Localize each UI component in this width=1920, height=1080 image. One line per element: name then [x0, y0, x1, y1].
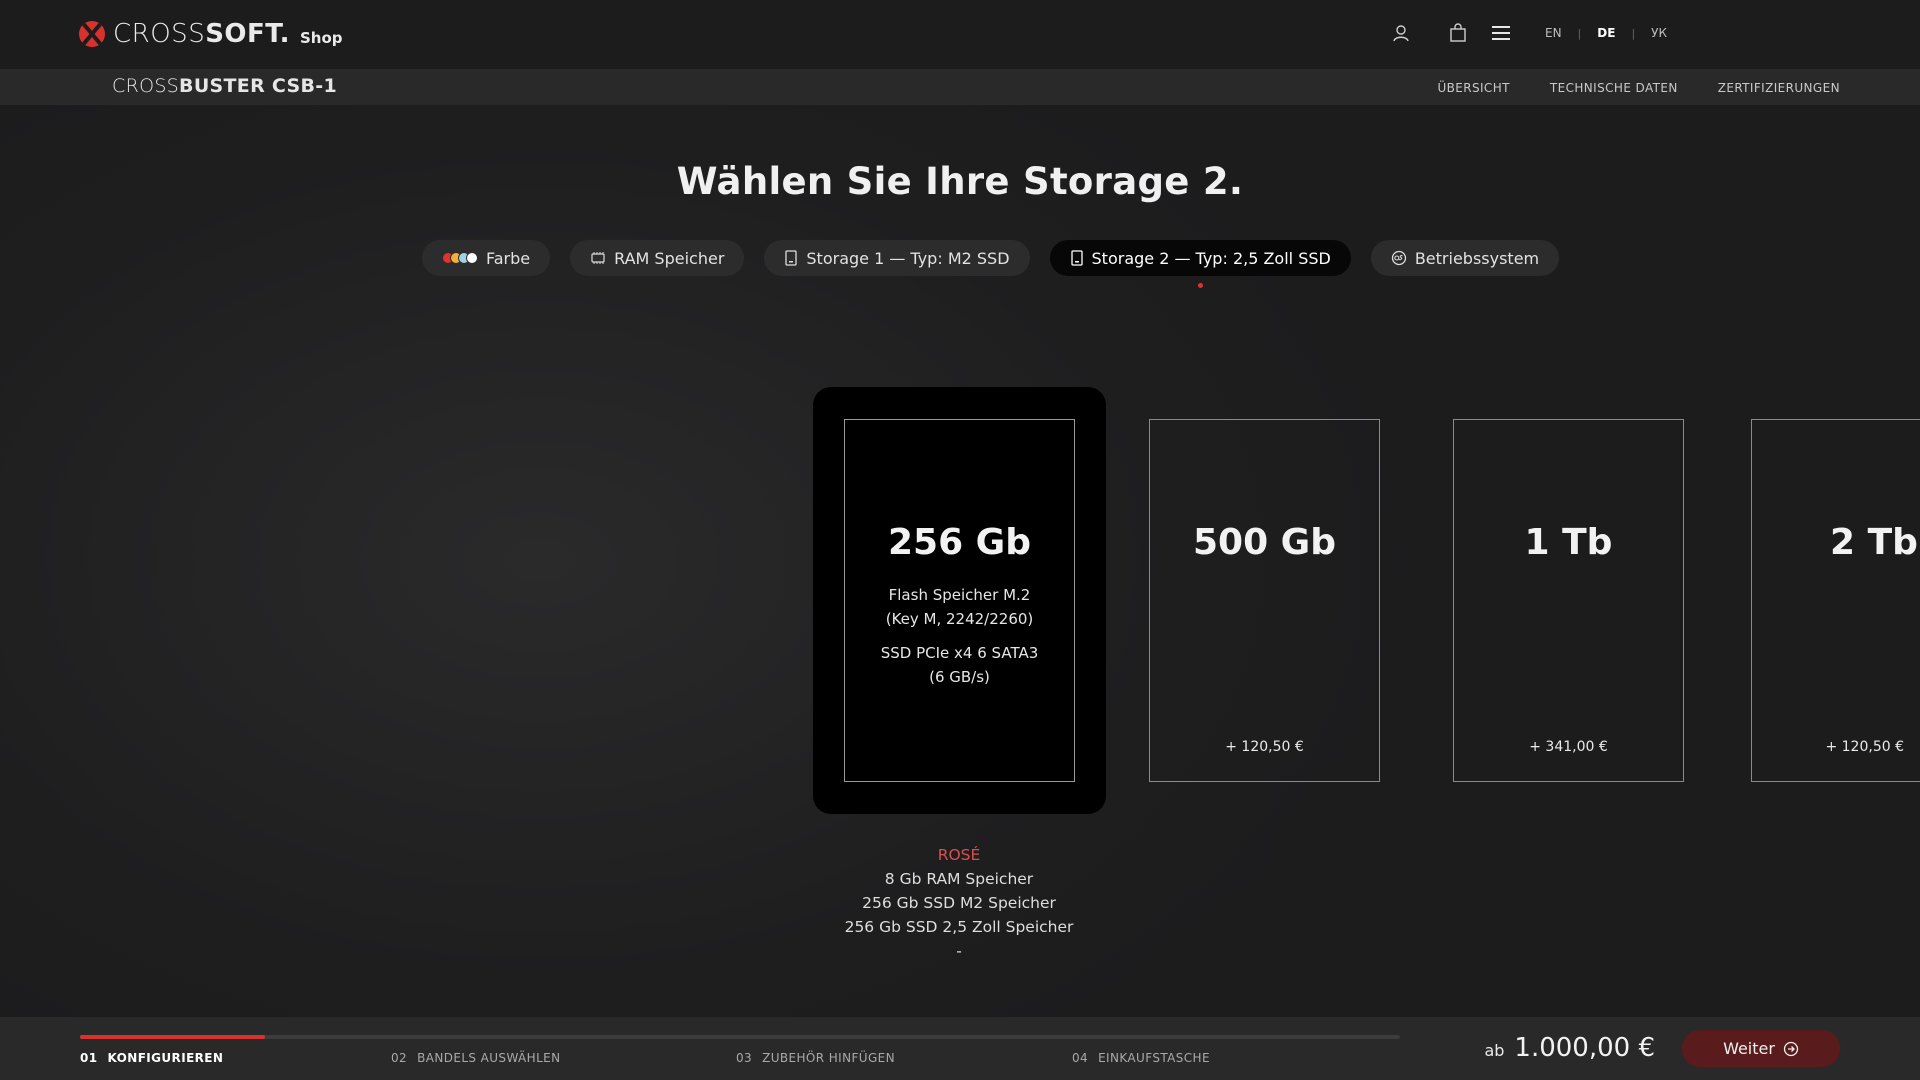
menu-icon[interactable]	[1490, 22, 1512, 44]
configuration-summary: ROSÉ 8 Gb RAM Speicher 256 Gb SSD M2 Spe…	[759, 843, 1159, 963]
next-button-label: Weiter	[1723, 1039, 1775, 1058]
tab-label: Betriebssystem	[1414, 248, 1540, 268]
language-switcher: EN | DE | УК	[1545, 26, 1667, 40]
subnav-link-tech-data[interactable]: TECHNISCHE DATEN	[1550, 81, 1678, 95]
subnav-links: ÜBERSICHT TECHNISCHE DATEN ZERTIFIZIERUN…	[1437, 81, 1840, 95]
color-swatch-icon	[442, 252, 478, 264]
subnav-link-overview[interactable]: ÜBERSICHT	[1437, 81, 1509, 95]
option-interface: SSD PCIe x4 6 SATA3 (6 GB/s)	[880, 644, 1039, 686]
ram-chip-icon	[591, 252, 605, 264]
tab-color[interactable]: Farbe	[422, 240, 551, 276]
price-value: 1.000,00 €	[1514, 1033, 1655, 1063]
active-tab-indicator	[1198, 283, 1204, 288]
option-price: + 341,00 €	[1529, 739, 1608, 755]
option-description: Flash Speicher M.2 (Key M, 2242/2260)	[885, 586, 1034, 628]
tab-storage-2[interactable]: Storage 2 — Typ: 2,5 Zoll SSD	[1049, 240, 1351, 288]
tab-label: Farbe	[486, 248, 531, 268]
lang-uk[interactable]: УК	[1651, 26, 1667, 40]
option-price: + 120,50 €	[1225, 739, 1304, 755]
tab-label: Storage 1 — Typ: M2 SSD	[806, 248, 1010, 268]
page-title: Wählen Sie Ihre Storage 2.	[676, 160, 1244, 203]
tab-storage-1[interactable]: Storage 1 — Typ: M2 SSD	[764, 240, 1030, 276]
lang-de[interactable]: DE	[1597, 26, 1615, 40]
logo-icon	[79, 21, 105, 47]
product-subnav: CROSSBUSTER CSB-1 ÜBERSICHT TECHNISCHE D…	[0, 69, 1920, 105]
lang-en[interactable]: EN	[1545, 26, 1562, 40]
tab-label: RAM Speicher	[614, 248, 725, 268]
tab-ram[interactable]: RAM Speicher	[570, 240, 745, 276]
progress-fill	[80, 1035, 265, 1039]
lang-separator: |	[1577, 26, 1582, 40]
step-bundles[interactable]: 02 BANDELS AUSWÄHLEN	[391, 1051, 561, 1065]
tab-os[interactable]: Betriebssystem	[1370, 240, 1560, 276]
storage-option-256gb[interactable]: 256 Gb Flash Speicher M.2 (Key M, 2242/2…	[844, 419, 1075, 782]
shopping-bag-icon[interactable]	[1447, 22, 1469, 44]
top-header: CROSSSOFT. Shop EN | DE | УК	[0, 0, 1920, 69]
next-button[interactable]: Weiter	[1682, 1030, 1840, 1067]
storage-option-2tb[interactable]: 2 Tb + 120,50 €	[1751, 419, 1920, 782]
user-icon[interactable]	[1390, 22, 1412, 44]
progress-bar	[80, 1035, 1400, 1039]
option-capacity: 2 Tb	[1830, 522, 1918, 563]
total-price: ab 1.000,00 €	[1484, 1033, 1655, 1063]
summary-line: 8 Gb RAM Speicher	[884, 870, 1034, 888]
storage-option-500gb[interactable]: 500 Gb + 120,50 €	[1149, 419, 1380, 782]
lang-separator: |	[1631, 26, 1636, 40]
storage-icon	[1070, 250, 1083, 266]
subnav-link-certifications[interactable]: ZERTIFIZIERUNGEN	[1718, 81, 1840, 95]
summary-color: ROSÉ	[937, 846, 981, 864]
summary-line: 256 Gb SSD M2 Speicher	[862, 894, 1056, 912]
price-prefix: ab	[1484, 1041, 1505, 1060]
storage-option-1tb[interactable]: 1 Tb + 341,00 €	[1453, 419, 1684, 782]
brand-suffix: Shop	[299, 29, 343, 47]
step-cart[interactable]: 04 EINKAUFSTASCHE	[1072, 1051, 1210, 1065]
os-icon	[1391, 250, 1406, 266]
summary-line: 256 Gb SSD 2,5 Zoll Speicher	[844, 918, 1074, 936]
summary-line: -	[956, 942, 962, 960]
storage-icon	[785, 250, 798, 266]
product-name: CROSSBUSTER CSB-1	[112, 75, 337, 97]
checkout-footer: 01 KONFIGURIEREN 02 BANDELS AUSWÄHLEN 03 ZU…	[0, 1017, 1920, 1080]
option-capacity: 1 Tb	[1524, 522, 1613, 563]
brand-logo[interactable]: CROSSSOFT. Shop	[79, 19, 343, 49]
tab-label: Storage 2 — Typ: 2,5 Zoll SSD	[1091, 248, 1331, 268]
brand-name: CROSSSOFT.	[113, 19, 290, 49]
option-price: + 120,50 €	[1825, 739, 1904, 755]
arrow-right-circle-icon	[1783, 1041, 1799, 1056]
step-accessories[interactable]: 03 ZUBEHÖR HINFÜGEN	[736, 1051, 895, 1065]
option-capacity: 500 Gb	[1193, 522, 1336, 563]
option-capacity: 256 Gb	[888, 522, 1031, 563]
config-tabs: Farbe RAM Speicher Storage 1 — Typ: M2 S…	[422, 240, 1560, 288]
step-configure[interactable]: 01 KONFIGURIEREN	[80, 1051, 223, 1065]
